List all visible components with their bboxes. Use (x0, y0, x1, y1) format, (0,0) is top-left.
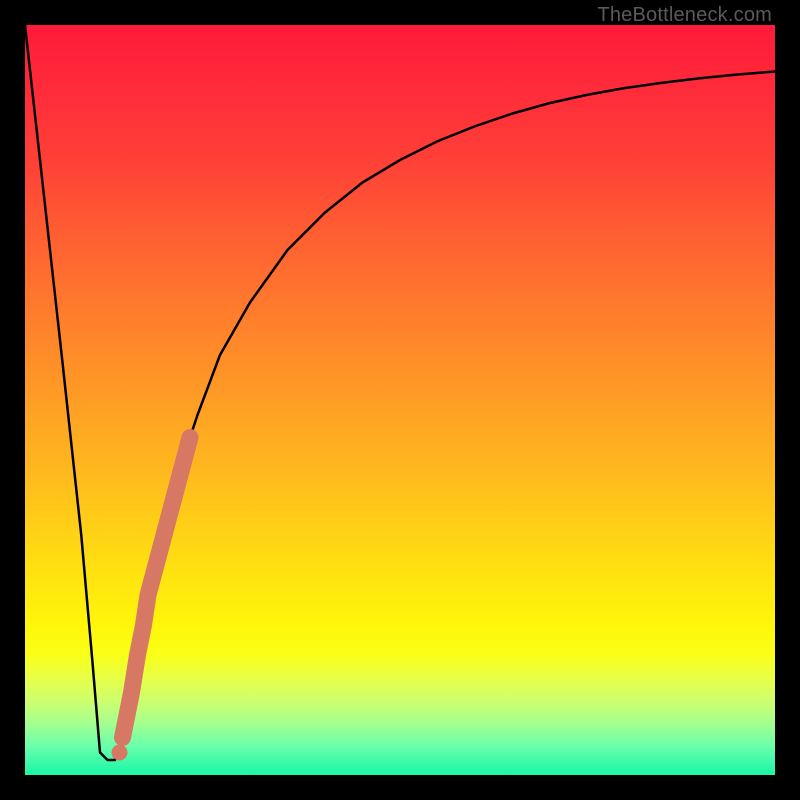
bottleneck-curve (25, 25, 775, 760)
plot-area (25, 25, 775, 775)
chart-frame: TheBottleneck.com (0, 0, 800, 800)
marker-dot (112, 745, 128, 761)
marker-segment (123, 438, 191, 738)
curve-layer (25, 25, 775, 775)
attribution-text: TheBottleneck.com (597, 4, 772, 27)
marker-dot (116, 723, 130, 737)
marker-dot (122, 693, 136, 707)
